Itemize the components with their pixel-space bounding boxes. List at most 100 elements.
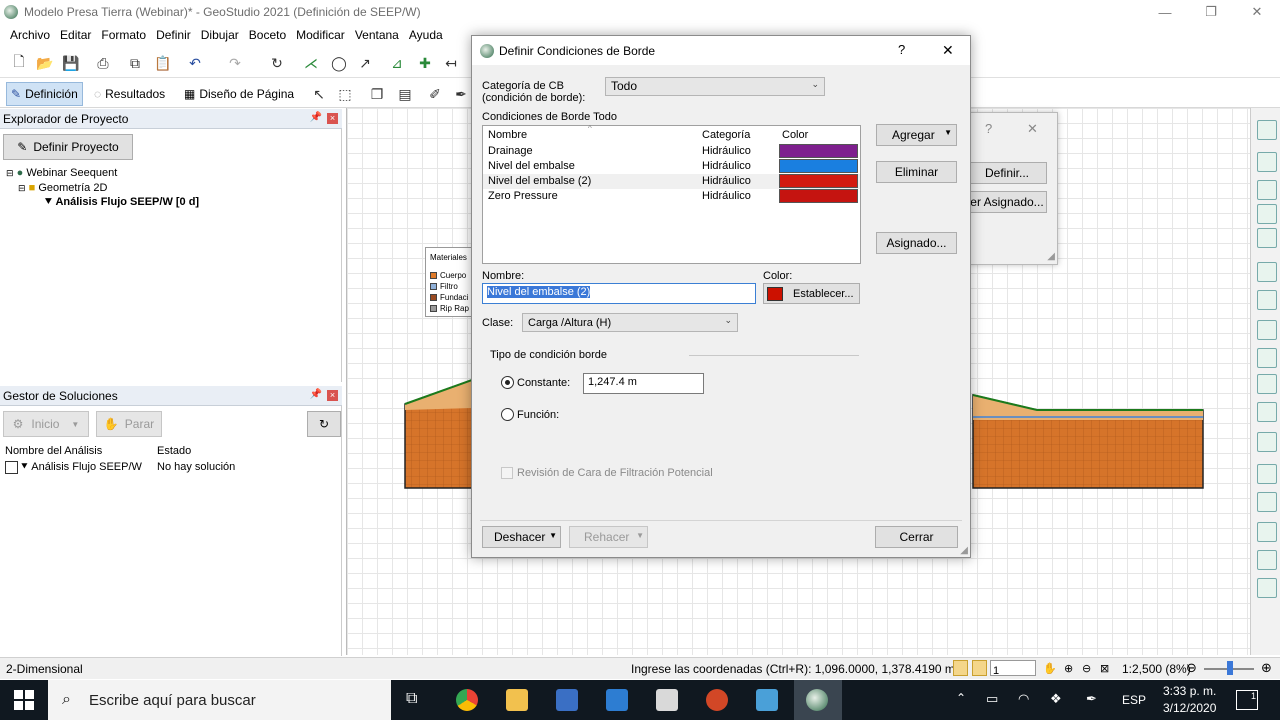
undo-button[interactable]: Deshacer ▼ — [482, 526, 561, 548]
notifications-icon[interactable]: 1 — [1236, 690, 1258, 710]
point-icon[interactable]: ✚ — [416, 54, 434, 72]
class-select[interactable]: Carga /Altura (H) ⌄ — [522, 313, 738, 332]
tab-definicion[interactable]: ✎ Definición — [6, 82, 83, 106]
refresh-button[interactable]: ↻ — [307, 411, 341, 437]
zoom-minus-button[interactable]: ⊖ — [1186, 660, 1197, 676]
close-dialog-button[interactable]: Cerrar — [875, 526, 958, 548]
bg-close-button[interactable]: ✕ — [1027, 121, 1038, 137]
snap-grid-icon[interactable] — [953, 660, 968, 676]
open-folder-icon[interactable]: 📂 — [36, 54, 54, 72]
layers-icon[interactable]: ❐ — [368, 85, 386, 103]
maximize-button[interactable]: ❐ — [1188, 0, 1234, 24]
col-color[interactable]: Color — [782, 129, 808, 141]
chrome-icon[interactable] — [456, 689, 478, 711]
draw-arc-icon[interactable]: ↗ — [356, 54, 374, 72]
menu-ayuda[interactable]: Ayuda — [404, 28, 448, 42]
zoom-slider-thumb[interactable] — [1227, 661, 1233, 675]
define-project-button[interactable]: ✎ Definir Proyecto — [3, 134, 133, 160]
new-file-icon[interactable]: 🗋 — [10, 53, 28, 72]
col-analysis-name[interactable]: Nombre del Análisis — [5, 445, 102, 457]
menu-editar[interactable]: Editar — [55, 28, 96, 42]
grid-icon[interactable] — [1257, 290, 1277, 310]
menu-dibujar[interactable]: Dibujar — [196, 28, 244, 42]
tree-root[interactable]: ⊟ ● Webinar Seequent — [6, 167, 117, 179]
undo-icon[interactable]: ↶ — [186, 54, 204, 72]
tree-analysis[interactable]: ⯆ Análisis Flujo SEEP/W [0 d] — [44, 196, 199, 209]
language-indicator[interactable]: ESP — [1122, 693, 1146, 707]
chevron-up-icon[interactable]: ⌃ — [956, 691, 966, 705]
zoom-fit-icon[interactable]: ⊠ — [1100, 662, 1109, 675]
analysis-checkbox[interactable] — [5, 461, 18, 474]
solutions-close-button[interactable]: × — [327, 390, 338, 401]
pen-icon[interactable]: ✒ — [452, 85, 470, 103]
bc-row[interactable]: Drainage Hidráulico — [483, 144, 860, 159]
bg-assigned-button[interactable]: er Asignado... — [967, 191, 1047, 213]
constant-radio[interactable] — [501, 376, 514, 389]
menu-definir[interactable]: Definir — [151, 28, 196, 42]
task-view-icon[interactable]: ⧉ — [406, 690, 417, 708]
tab-diseno[interactable]: ▦ Diseño de Página — [180, 82, 298, 106]
draw-line-icon[interactable]: ⋌ — [302, 54, 320, 72]
sample-icon[interactable] — [1257, 492, 1277, 512]
materials-icon[interactable] — [1257, 204, 1277, 224]
analysis-row[interactable]: ⯆ Análisis Flujo SEEP/W — [20, 461, 142, 474]
zoom-in-icon[interactable]: ⊕ — [1064, 662, 1073, 675]
redo-icon[interactable]: ↷ — [226, 54, 244, 72]
menu-modificar[interactable]: Modificar — [291, 28, 350, 42]
constant-input[interactable]: 1,247.4 m — [583, 373, 704, 394]
bc-row[interactable]: Zero Pressure Hidráulico — [483, 189, 860, 204]
draw-circle-icon[interactable]: ◯ — [330, 54, 348, 72]
print-icon[interactable]: ⎙ — [94, 54, 112, 72]
pen-icon[interactable]: ✒ — [1086, 691, 1097, 707]
probe-icon[interactable] — [1257, 522, 1277, 542]
close-button[interactable]: ✕ — [1234, 0, 1280, 24]
snowflake-app-icon[interactable] — [756, 689, 778, 711]
menu-formato[interactable]: Formato — [96, 28, 151, 42]
bg-define-button[interactable]: Definir... — [967, 162, 1047, 184]
menu-archivo[interactable]: Archivo — [0, 28, 55, 42]
geostudio-taskbar-button[interactable] — [794, 680, 842, 720]
picture-icon[interactable] — [1257, 550, 1277, 570]
slope-icon[interactable] — [1257, 402, 1277, 422]
zoom-plus-button[interactable]: ⊕ — [1261, 660, 1272, 676]
minimize-button[interactable]: — — [1142, 0, 1188, 24]
dropbox-icon[interactable]: ❖ — [1050, 691, 1062, 707]
copy-icon[interactable]: ⧉ — [126, 54, 144, 72]
name-input[interactable]: Nivel del embalse (2) — [482, 283, 756, 304]
col-name[interactable]: Nombre — [488, 129, 527, 141]
dialog-close-x-button[interactable]: ✕ — [942, 42, 954, 59]
col-category[interactable]: Categoría — [702, 129, 750, 141]
windows-start-icon[interactable] — [14, 690, 34, 710]
resize-grip-icon[interactable]: ◢ — [1047, 251, 1055, 262]
function-radio[interactable] — [501, 408, 514, 421]
zoom-region-icon[interactable]: ⬚ — [336, 85, 354, 103]
taskbar-search[interactable]: ⌕ Escribe aquí para buscar — [48, 680, 391, 720]
axis-icon[interactable]: ⊿ — [388, 54, 406, 72]
refresh-icon[interactable]: ↻ — [268, 54, 286, 72]
collapse-icon[interactable]: ⊟ — [18, 183, 26, 193]
pan-icon[interactable]: ✋ — [1043, 662, 1057, 675]
page-stepper[interactable]: 1 — [990, 660, 1036, 677]
assigned-button[interactable]: Asignado... — [876, 232, 957, 254]
zoom-out-icon[interactable]: ⊖ — [1082, 662, 1091, 675]
paste-icon[interactable]: 📋 — [154, 54, 172, 72]
stop-button[interactable]: ✋ Parar — [96, 411, 162, 437]
pin-icon[interactable]: 📌 — [310, 389, 322, 400]
mesh-icon[interactable] — [1257, 262, 1277, 282]
category-select[interactable]: Todo ⌄ — [605, 77, 825, 96]
arrow-tool-icon[interactable]: ↤ — [442, 54, 460, 72]
edit-geometry-icon[interactable]: ✐ — [426, 85, 444, 103]
water-icon[interactable] — [1257, 464, 1277, 484]
menu-boceto[interactable]: Boceto — [244, 28, 291, 42]
menu-ventana[interactable]: Ventana — [350, 28, 404, 42]
tab-resultados[interactable]: ◌ Resultados — [90, 82, 169, 106]
chart-icon[interactable] — [1257, 320, 1277, 340]
outlook-icon[interactable] — [556, 689, 578, 711]
start-button[interactable]: ⚙ Inicio ▼ — [3, 411, 89, 437]
clock-date[interactable]: 3/12/2020 — [1163, 701, 1216, 715]
pipe-icon[interactable] — [1257, 374, 1277, 394]
draw-points-icon[interactable] — [1257, 152, 1277, 172]
bc-row[interactable]: Nivel del embalse Hidráulico — [483, 159, 860, 174]
pin-icon[interactable]: 📌 — [310, 112, 322, 123]
powerpoint-icon[interactable] — [706, 689, 728, 711]
